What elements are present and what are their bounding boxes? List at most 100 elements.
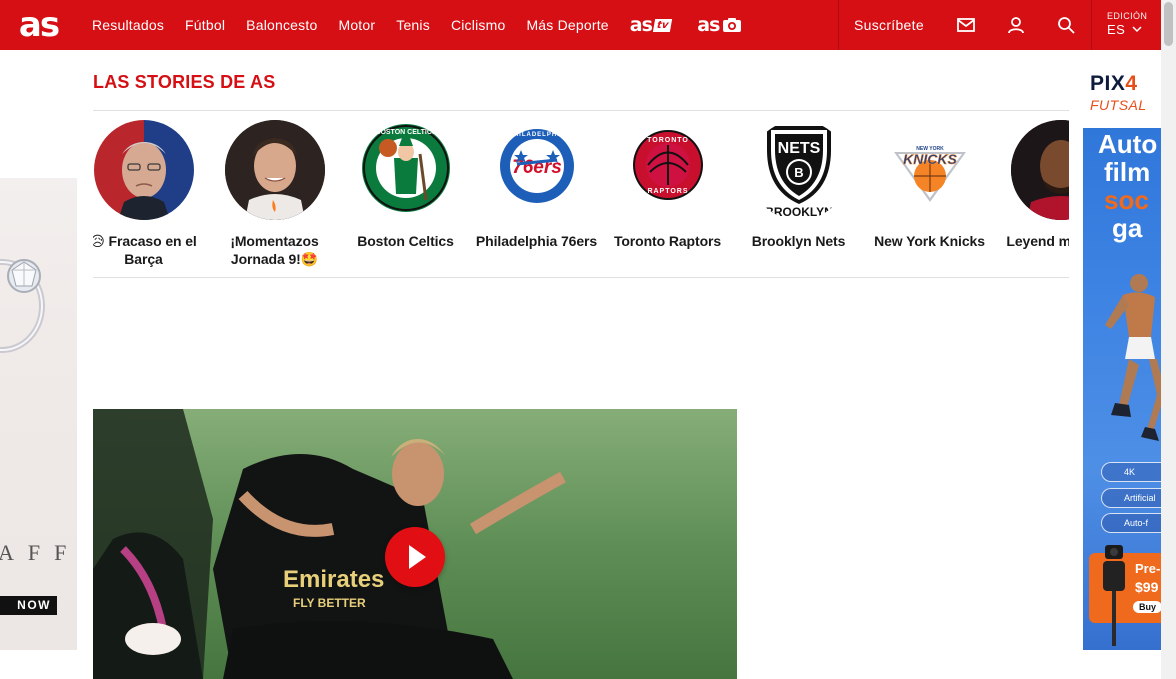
ad-headline-line: film [1104, 157, 1151, 187]
ad-wordmark: AFF [0, 540, 77, 565]
story-thumbnail [93, 120, 194, 220]
play-button[interactable] [385, 527, 445, 587]
ad-feature-badge: Artificial [1101, 488, 1161, 508]
main-nav: Resultados Fútbol Baloncesto Motor Tenis… [92, 0, 768, 50]
story-caption: Toronto Raptors [613, 233, 722, 249]
stories-carousel[interactable]: 😥 Fracaso en el Barça ¡Momentazos Jornad… [93, 120, 1069, 275]
story-item[interactable]: BOSTON CELTICS Boston Celtics [340, 120, 471, 250]
story-caption: Brooklyn Nets [751, 233, 846, 249]
ad-promo-text: Pre- [1135, 561, 1161, 576]
player-portrait-icon [224, 120, 325, 220]
story-thumbnail: BOSTON CELTICS [355, 120, 456, 220]
nav-item-ciclismo[interactable]: Ciclismo [451, 17, 506, 33]
ad-subtitle: FUTSAL [1090, 97, 1147, 113]
stories-section-title: LAS STORIES DE AS [93, 72, 276, 92]
diamond-ring-image [0, 259, 45, 353]
stories-top-divider [93, 110, 1069, 111]
ad-feature-badge: Auto-f [1101, 513, 1161, 533]
story-caption: ¡Momentazos Jornada 9!🤩 [230, 233, 319, 267]
nav-item-motor[interactable]: Motor [338, 17, 375, 33]
tv-tag: tv [652, 18, 673, 32]
nets-city-text: BROOKLYN [765, 205, 833, 219]
mail-icon[interactable] [956, 15, 976, 35]
story-item[interactable]: NEW YORK KNICKS New York Knicks [864, 120, 995, 250]
story-thumbnail: TORONTO RAPTORS [617, 120, 718, 220]
as-logo[interactable]: as [0, 0, 77, 50]
story-thumbnail [224, 120, 325, 220]
ad-header-panel: PIX4 FUTSAL [1083, 50, 1161, 128]
story-caption: 😥 Fracaso en el Barça [93, 233, 197, 267]
raptors-top-text: TORONTO [647, 137, 689, 144]
edition-label: EDICIÓN [1107, 11, 1148, 21]
knicks-wordmark: KNICKS [903, 151, 957, 167]
ad-headline: Auto film soc ga [1098, 130, 1161, 242]
story-thumbnail: NEW YORK KNICKS [879, 120, 980, 220]
edition-selector[interactable]: EDICIÓN ES [1107, 11, 1147, 37]
celtics-logo-icon: BOSTON CELTICS [361, 124, 450, 212]
ad-camera-image [1103, 545, 1125, 646]
edition-value: ES [1107, 22, 1147, 37]
person-portrait-icon [117, 142, 170, 220]
svg-text:B: B [794, 165, 803, 180]
stories-bottom-divider [93, 277, 1069, 278]
story-item[interactable]: NETS B BROOKLYN Brooklyn Nets [733, 120, 864, 250]
story-thumbnail: PHILADELPHIA 76ers [486, 120, 587, 220]
story-caption: Philadelphia 76ers [475, 233, 598, 249]
nets-wordmark: NETS [777, 140, 820, 157]
ad-headline-line: soc [1104, 185, 1149, 215]
ad-cta-button[interactable]: NOW [0, 596, 57, 615]
ad-headline-line: Auto [1098, 129, 1158, 159]
jersey-sponsor-sub: FLY BETTER [293, 596, 366, 610]
top-navigation-bar: as Resultados Fútbol Baloncesto Motor Te… [0, 0, 1161, 50]
video-player[interactable]: Emirates FLY BETTER [93, 409, 737, 679]
nets-logo-icon: NETS B BROOKLYN [765, 126, 833, 219]
knicks-logo-icon: NEW YORK KNICKS [893, 146, 966, 202]
story-caption: Leyend mate a L [1006, 233, 1069, 249]
story-thumbnail: NETS B BROOKLYN [748, 120, 849, 220]
as-photo-link[interactable]: as [697, 14, 742, 36]
subscribe-link[interactable]: Suscríbete [854, 0, 924, 50]
scrollbar-thumb[interactable] [1164, 2, 1173, 46]
nav-item-futbol[interactable]: Fútbol [185, 17, 225, 33]
play-icon [409, 545, 426, 569]
camera-icon [723, 18, 742, 32]
jersey-sponsor: Emirates [283, 566, 384, 593]
raptors-bottom-text: RAPTORS [647, 188, 688, 195]
ad-buy-button[interactable]: Buy [1133, 601, 1161, 613]
ad-brand-b: 4 [1125, 72, 1138, 95]
ad-headline-line: ga [1112, 213, 1143, 243]
story-caption: New York Knicks [874, 233, 985, 249]
left-skyscraper-ad[interactable]: AFF NOW [0, 178, 77, 650]
ad-promo-price: $99 [1135, 579, 1159, 595]
right-skyscraper-ad[interactable]: PIX4 FUTSAL Auto film soc ga 4K Artifici… [1083, 50, 1161, 650]
vertical-scrollbar[interactable] [1161, 0, 1176, 679]
story-item[interactable]: TORONTO RAPTORS Toronto Raptors [602, 120, 733, 250]
story-caption: Boston Celtics [357, 233, 454, 249]
nav-item-resultados[interactable]: Resultados [92, 17, 164, 33]
76ers-ring-text: PHILADELPHIA [508, 132, 564, 138]
76ers-logo-icon: PHILADELPHIA 76ers [499, 129, 574, 203]
as-photo-wordmark: as [697, 14, 720, 36]
story-thumbnail [1010, 120, 1069, 220]
as-tv-wordmark: as [629, 14, 653, 36]
ad-player-image [1105, 274, 1161, 441]
celtics-wordmark: BOSTON CELTICS [375, 129, 437, 136]
edition-code: ES [1107, 22, 1126, 37]
as-tv-link[interactable]: as tv [629, 14, 673, 36]
nav-item-mas-deporte[interactable]: Más Deporte [526, 17, 608, 33]
ad-feature-badge: 4K [1101, 462, 1161, 482]
user-icon[interactable] [1006, 15, 1026, 35]
story-item[interactable]: PHILADELPHIA 76ers Philadelphia 76ers [471, 120, 602, 250]
ad-brand-a: PIX [1090, 72, 1126, 95]
nav-item-baloncesto[interactable]: Baloncesto [246, 17, 317, 33]
header-divider [1091, 0, 1092, 50]
story-item[interactable]: 😥 Fracaso en el Barça [93, 120, 209, 268]
nav-item-tenis[interactable]: Tenis [396, 17, 430, 33]
chevron-down-icon [1132, 26, 1142, 33]
header-divider [838, 0, 839, 50]
story-item[interactable]: ¡Momentazos Jornada 9!🤩 [209, 120, 340, 268]
search-icon[interactable] [1056, 15, 1076, 35]
ad-brand: PIX4 [1090, 72, 1138, 96]
story-item[interactable]: Leyend mate a L [995, 120, 1069, 250]
player-portrait-icon [1010, 120, 1069, 220]
